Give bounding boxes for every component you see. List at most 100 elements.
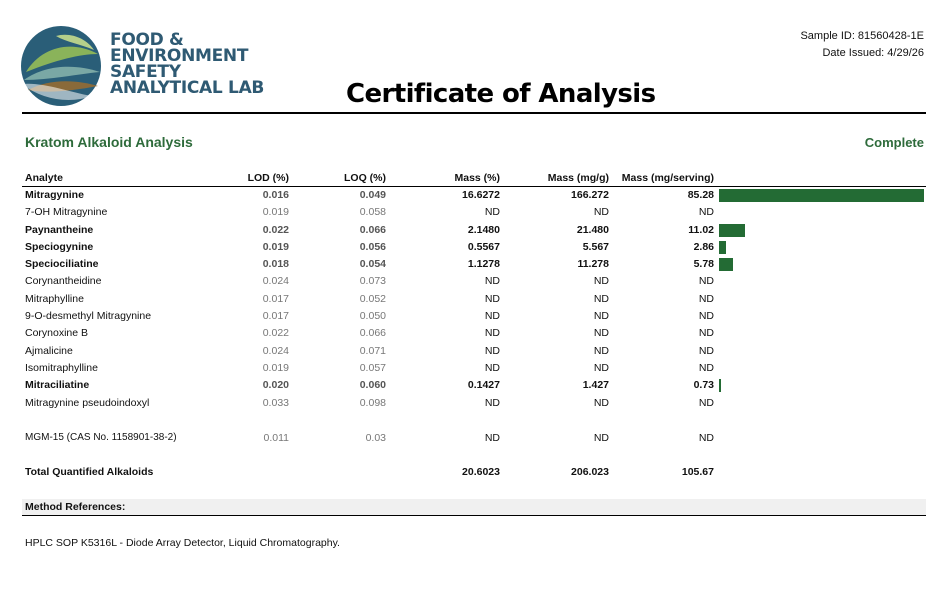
lod-value: 0.024 (262, 275, 289, 288)
mass-mg-g-value: ND (593, 275, 609, 288)
header-loq: LOQ (%) (344, 172, 386, 184)
table-row: Corynantheidine 0.024 0.073 ND ND ND (22, 273, 926, 290)
mass-pct-value: ND (484, 344, 500, 357)
lab-emblem-icon (21, 26, 101, 106)
loq-value: 0.03 (365, 432, 386, 444)
table-row: Speciogynine 0.019 0.056 0.5567 5.567 2.86 (22, 239, 926, 256)
header-mass-serving: Mass (mg/serving) (621, 172, 714, 184)
analyte-name: Corynoxine B (25, 327, 89, 340)
mass-serving-value: 2.86 (693, 240, 714, 253)
loq-value: 0.073 (359, 275, 386, 288)
analyte-name: Corynantheidine (25, 275, 102, 288)
mass-pct-value: 0.1427 (467, 379, 500, 392)
mass-serving-value: ND (698, 310, 714, 323)
total-row: Total Quantified Alkaloids 20.6023 206.0… (22, 464, 926, 481)
header-analyte: Analyte (25, 172, 63, 184)
header-divider (22, 112, 926, 114)
mass-pct-value: ND (484, 310, 500, 323)
table-header-row: Analyte LOD (%) LOQ (%) Mass (%) Mass (m… (22, 170, 926, 187)
table-row: 7-OH Mitragynine 0.019 0.058 ND ND ND (22, 204, 926, 221)
lab-name: FOOD & ENVIRONMENT SAFETY ANALYTICAL LAB (110, 32, 265, 98)
lod-value: 0.024 (262, 344, 289, 357)
mass-pct-value: ND (484, 432, 500, 444)
table-row: Mitragynine 0.016 0.049 16.6272 166.272 85.28 (22, 187, 926, 204)
mass-serving-value: ND (698, 327, 714, 340)
total-label: Total Quantified Alkaloids (25, 466, 154, 478)
mass-serving-value: ND (698, 292, 714, 305)
table-row: Speciociliatine 0.018 0.054 1.1278 11.278 5.7… (22, 256, 926, 273)
loq-value: 0.098 (359, 396, 386, 409)
mass-mg-g-value: ND (593, 327, 609, 340)
analyte-name: Speciociliatine (25, 258, 99, 271)
mass-pct-value: 1.1278 (467, 258, 500, 271)
mass-mg-g-value: ND (593, 432, 609, 444)
document-title: Certificate of Analysis (346, 79, 656, 109)
lod-value: 0.019 (262, 361, 289, 374)
total-mass-mg-g: 206.023 (571, 466, 609, 478)
lab-name-line: ANALYTICAL LAB (110, 78, 265, 98)
lab-logo: FOOD & ENVIRONMENT SAFETY ANALYTICAL LAB (20, 24, 264, 108)
mass-serving-value: ND (698, 344, 714, 357)
analyte-name: 7-OH Mitragynine (25, 206, 108, 219)
mass-pct-value: ND (484, 275, 500, 288)
loq-value: 0.060 (359, 379, 386, 392)
analyte-name: Isomitraphylline (25, 361, 98, 374)
analyte-name: Mitragynine pseudoindoxyl (25, 396, 150, 409)
table-row: Isomitraphylline 0.019 0.057 ND ND ND (22, 360, 926, 377)
extra-row-block: MGM-15 (CAS No. 1158901-38-2) 0.011 0.03… (22, 430, 926, 447)
method-heading: Method References: (25, 501, 126, 513)
table-row: Paynantheine 0.022 0.066 2.1480 21.480 11.02 (22, 222, 926, 239)
lod-value: 0.016 (262, 189, 289, 201)
total-mass-pct: 20.6023 (462, 466, 500, 478)
mass-mg-g-value: 5.567 (582, 240, 609, 253)
mass-pct-value: ND (484, 206, 500, 219)
mass-mg-g-value: 166.272 (571, 189, 609, 201)
lod-value: 0.019 (262, 240, 289, 253)
mass-pct-value: ND (484, 327, 500, 340)
mass-mg-g-value: ND (593, 361, 609, 374)
mass-serving-value: 5.78 (693, 258, 714, 271)
lod-value: 0.033 (262, 396, 289, 409)
mass-mg-g-value: ND (593, 310, 609, 323)
mass-serving-value: 0.73 (693, 379, 714, 392)
method-references-bar: Method References: (22, 499, 926, 516)
analyte-name: Paynantheine (25, 223, 94, 236)
document-meta: Sample ID: 81560428-1E Date Issued: 4/29… (800, 28, 924, 62)
total-row-block: Total Quantified Alkaloids 20.6023 206.0… (22, 464, 926, 481)
section-title: Kratom Alkaloid Analysis (25, 134, 193, 150)
loq-value: 0.052 (359, 292, 386, 305)
mass-pct-value: 0.5567 (467, 240, 500, 253)
mass-pct-value: 2.1480 (467, 223, 500, 236)
lod-value: 0.018 (262, 258, 289, 271)
lod-value: 0.019 (262, 206, 289, 219)
analyte-name: Speciogynine (25, 240, 94, 253)
loq-value: 0.056 (359, 240, 386, 253)
loq-value: 0.050 (359, 310, 386, 323)
analyte-name: Ajmalicine (25, 344, 73, 357)
serving-bar (719, 379, 721, 393)
lod-value: 0.020 (262, 379, 289, 392)
lod-value: 0.022 (262, 327, 289, 340)
mass-mg-g-value: ND (593, 292, 609, 305)
table-row: Mitragynine pseudoindoxyl 0.033 0.098 ND ND N… (22, 395, 926, 412)
serving-bar (719, 189, 924, 202)
header-mass-mg-g: Mass (mg/g) (547, 172, 609, 184)
header-mass-pct: Mass (%) (454, 172, 500, 184)
table-row: MGM-15 (CAS No. 1158901-38-2) 0.011 0.03… (22, 430, 926, 447)
loq-value: 0.071 (359, 344, 386, 357)
mass-serving-value: 11.02 (688, 223, 714, 236)
analyte-name: Mitraphylline (25, 292, 84, 305)
analyte-name: MGM-15 (CAS No. 1158901-38-2) (25, 432, 177, 443)
date-issued: Date Issued: 4/29/26 (822, 47, 924, 59)
serving-bar (719, 223, 746, 237)
loq-value: 0.049 (359, 189, 386, 201)
lod-value: 0.022 (262, 223, 289, 236)
header-lod: LOD (%) (247, 172, 289, 184)
sample-id: Sample ID: 81560428-1E (800, 30, 924, 42)
mass-mg-g-value: ND (593, 396, 609, 409)
loq-value: 0.057 (359, 361, 386, 374)
table-row: 9-O-desmethyl Mitragynine 0.017 0.050 ND ND N… (22, 308, 926, 325)
loq-value: 0.054 (359, 258, 386, 271)
mass-serving-value: ND (698, 396, 714, 409)
total-mass-serving: 105.67 (681, 466, 714, 478)
